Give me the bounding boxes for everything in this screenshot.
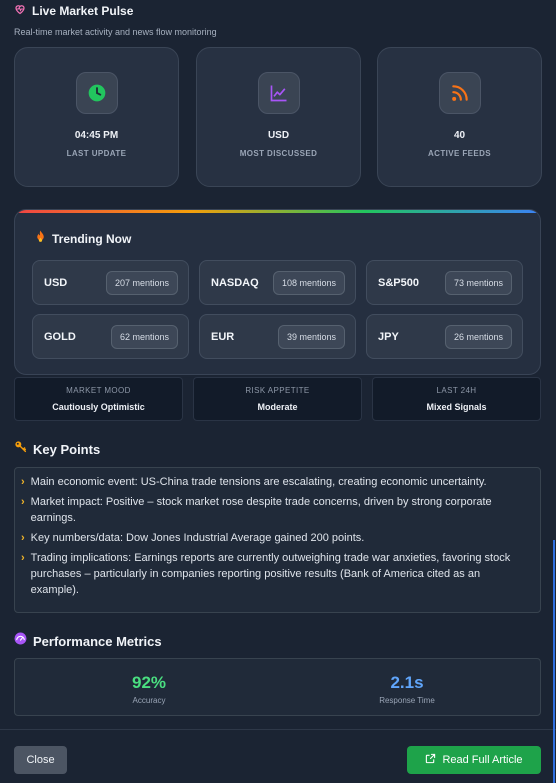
stat-label: ACTIVE FEEDS — [427, 149, 492, 158]
fire-icon — [35, 230, 46, 248]
chart-line-icon — [257, 72, 300, 114]
mention-badge: 73 mentions — [444, 270, 512, 295]
trend-tile-nasdaq[interactable]: NASDAQ 108 mentions — [199, 260, 356, 305]
gradient-bar — [15, 210, 540, 213]
stat-value: 04:45 PM — [74, 130, 119, 141]
close-button[interactable]: Close — [14, 746, 67, 774]
list-item: › Trading implications: Earnings reports… — [21, 550, 530, 598]
read-full-article-button[interactable]: Read Full Article — [407, 746, 541, 774]
heart-pulse-icon — [14, 2, 26, 20]
stat-card-most-discussed: USD MOST DISCUSSED — [196, 47, 361, 187]
last-24h-card: LAST 24H Mixed Signals — [372, 377, 541, 421]
key-point-text: Trading implications: Earnings reports a… — [30, 552, 511, 596]
stat-card-active-feeds: 40 ACTIVE FEEDS — [377, 47, 542, 187]
trend-tile-usd[interactable]: USD 207 mentions — [32, 260, 189, 305]
mention-badge: 108 mentions — [272, 270, 345, 295]
chevron-right-icon: › — [21, 532, 25, 544]
key-point-text: Market impact: Positive – stock market r… — [30, 496, 492, 524]
risk-appetite-card: RISK APPETITE Moderate — [193, 377, 362, 421]
mention-badge: 207 mentions — [105, 270, 178, 295]
accuracy-metric: 92% Accuracy — [49, 673, 249, 705]
trend-tile-gold[interactable]: GOLD 62 mentions — [32, 314, 189, 359]
list-item: › Market impact: Positive – stock market… — [21, 494, 530, 526]
key-point-text: Main economic event: US-China trade tens… — [30, 476, 487, 488]
clock-icon — [75, 72, 118, 114]
trend-symbol: EUR — [211, 330, 235, 343]
key-points-list: › Main economic event: US-China trade te… — [14, 467, 541, 613]
chevron-right-icon: › — [21, 496, 25, 508]
chevron-right-icon: › — [21, 552, 25, 564]
metric-value: 2.1s — [390, 673, 424, 692]
mood-label: LAST 24H — [436, 386, 477, 395]
gauge-icon — [14, 632, 27, 650]
performance-panel: 92% Accuracy 2.1s Response Time — [14, 658, 541, 716]
header: Live Market Pulse Real-time market activ… — [14, 4, 217, 37]
stat-card-last-update: 04:45 PM LAST UPDATE — [14, 47, 179, 187]
page-title: Live Market Pulse — [32, 4, 134, 18]
metric-label: Response Time — [379, 696, 435, 705]
rss-icon — [438, 72, 481, 114]
trend-symbol: S&P500 — [378, 276, 419, 289]
market-mood-card: MARKET MOOD Cautiously Optimistic — [14, 377, 183, 421]
list-item: › Main economic event: US-China trade te… — [21, 474, 530, 490]
trend-tile-sp500[interactable]: S&P500 73 mentions — [366, 260, 523, 305]
trend-tile-jpy[interactable]: JPY 26 mentions — [366, 314, 523, 359]
key-icon — [14, 440, 27, 458]
list-item: › Key numbers/data: Dow Jones Industrial… — [21, 530, 530, 546]
mention-badge: 62 mentions — [110, 324, 178, 349]
chevron-right-icon: › — [21, 476, 25, 488]
stat-label: LAST UPDATE — [66, 149, 127, 158]
mood-value: Moderate — [257, 402, 298, 412]
trending-title: Trending Now — [52, 232, 132, 246]
section-title: Key Points — [33, 441, 101, 457]
mention-badge: 39 mentions — [277, 324, 345, 349]
section-title: Performance Metrics — [33, 633, 162, 649]
trend-tile-eur[interactable]: EUR 39 mentions — [199, 314, 356, 359]
page-subtitle: Real-time market activity and news flow … — [14, 27, 217, 37]
trend-symbol: GOLD — [44, 330, 76, 343]
trend-symbol: USD — [44, 276, 68, 289]
trending-panel: Trending Now USD 207 mentions NASDAQ 108… — [14, 209, 541, 375]
read-full-article-label: Read Full Article — [442, 754, 523, 766]
performance-header: Performance Metrics — [14, 632, 162, 650]
metric-value: 92% — [131, 673, 167, 692]
scrollbar[interactable] — [553, 540, 555, 783]
stat-value: USD — [267, 130, 290, 141]
stat-label: MOST DISCUSSED — [239, 149, 318, 158]
response-time-metric: 2.1s Response Time — [307, 673, 507, 705]
mood-value: Cautiously Optimistic — [52, 402, 145, 412]
metric-label: Accuracy — [132, 696, 166, 705]
stat-value: 40 — [453, 130, 466, 141]
trend-symbol: NASDAQ — [211, 276, 259, 289]
divider — [0, 729, 556, 730]
mood-label: RISK APPETITE — [245, 386, 310, 395]
mood-label: MARKET MOOD — [66, 386, 131, 395]
trend-symbol: JPY — [378, 330, 399, 343]
key-points-header: Key Points — [14, 440, 100, 458]
mention-badge: 26 mentions — [444, 324, 512, 349]
external-link-icon — [425, 753, 436, 767]
key-point-text: Key numbers/data: Dow Jones Industrial A… — [30, 532, 365, 544]
mood-value: Mixed Signals — [426, 402, 487, 412]
